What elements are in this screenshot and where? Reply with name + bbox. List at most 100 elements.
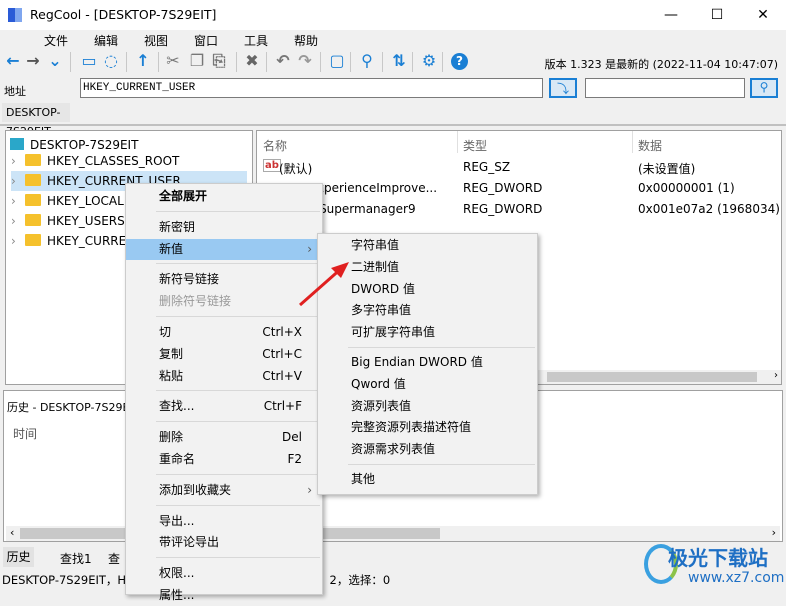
menu-item[interactable]: 属性... <box>126 585 322 606</box>
copy-icon[interactable]: ❐ <box>188 52 206 70</box>
menu-item[interactable]: 重命名 F2 <box>126 449 322 470</box>
tab-desktop[interactable]: DESKTOP-7S29EIT <box>2 103 70 138</box>
table-row[interactable]: erExperienceImprove... REG_DWORD 0x0000000… <box>257 178 781 199</box>
cell-name: (默认) <box>279 162 313 176</box>
menu-item[interactable]: 添加到收藏夹 › <box>126 480 322 501</box>
status-left: DESKTOP-7S29EIT，H <box>2 573 127 587</box>
menu-item-label: 带评论导出 <box>159 535 220 550</box>
status-right: ：2，选择：0 <box>318 573 391 587</box>
scroll-left-icon[interactable]: ‹ <box>10 526 14 539</box>
tab-history[interactable]: 历史 <box>3 547 34 567</box>
menu-item-label: 多字符串值 <box>351 303 412 318</box>
tree-item[interactable]: › HKEY_CLASSES_ROOT <box>11 151 247 171</box>
maximize-button[interactable]: ☐ <box>694 0 740 30</box>
cut-icon[interactable]: ✂ <box>164 52 182 70</box>
column-header-name[interactable]: 名称 <box>263 137 287 154</box>
chevron-right-icon[interactable]: › <box>11 191 25 211</box>
computer-icon <box>10 138 24 150</box>
menu-item[interactable]: 新符号链接 <box>126 269 322 290</box>
search-icon[interactable]: ⚲ <box>358 52 376 70</box>
menu-item-label: Big Endian DWORD 值 <box>351 355 483 369</box>
folder-icon <box>25 214 41 226</box>
chevron-right-icon: › <box>307 241 312 256</box>
menu-item[interactable]: 新密钥 <box>126 217 322 238</box>
menu-item[interactable]: 权限... <box>126 563 322 584</box>
menu-item-label: 其他 <box>351 472 376 486</box>
go-button[interactable]: ⤵ <box>549 78 577 98</box>
search-input[interactable] <box>585 78 745 98</box>
chevron-right-icon[interactable]: › <box>11 211 25 231</box>
delete-icon[interactable]: ✖ <box>243 52 261 70</box>
menu-item-shortcut: Ctrl+X <box>262 325 302 339</box>
menu-item[interactable]: 查找... Ctrl+F <box>126 396 322 417</box>
menu-item[interactable]: 其他 <box>318 469 537 490</box>
jump-icon[interactable]: ⇅ <box>390 52 408 70</box>
menu-item[interactable]: 带评论导出 <box>126 532 322 553</box>
menu-item[interactable]: 粘贴 Ctrl+V <box>126 366 322 387</box>
menu-2[interactable]: 视图 <box>144 32 168 49</box>
tree-root-label: DESKTOP-7S29EIT <box>30 138 139 152</box>
menu-item[interactable]: 字符串值 <box>318 235 537 256</box>
history-horizontal-scrollbar[interactable]: ‹ › <box>6 526 780 541</box>
chevron-right-icon: › <box>307 482 312 497</box>
dropdown-icon[interactable]: ⌄ <box>46 52 64 70</box>
menu-item[interactable]: 导出... <box>126 511 322 532</box>
menu-item-label: 查找... <box>159 399 195 414</box>
menu-item[interactable]: 资源列表值 <box>318 396 537 417</box>
menu-item[interactable]: 新值 › <box>126 238 322 260</box>
scroll-right-icon[interactable]: › <box>774 370 778 381</box>
forward-icon[interactable]: → <box>24 52 42 70</box>
watermark-url: www.xz7.com <box>688 570 785 586</box>
menu-item[interactable]: Qword 值 <box>318 374 537 395</box>
history-column-time[interactable]: 时间 <box>13 425 37 442</box>
tab-find2[interactable]: 查 <box>108 550 120 567</box>
menu-item[interactable]: 全部展开 <box>126 186 322 207</box>
menu-3[interactable]: 窗口 <box>194 32 218 49</box>
back-icon[interactable]: ← <box>4 52 22 70</box>
up-icon[interactable]: ↑ <box>134 52 152 70</box>
chevron-right-icon[interactable]: › <box>11 231 25 251</box>
tab-find1[interactable]: 查找1 <box>60 550 92 567</box>
menu-1[interactable]: 编辑 <box>94 32 118 49</box>
window-title: RegCool - [DESKTOP-7S29EIT] <box>30 7 217 22</box>
chevron-right-icon[interactable]: › <box>11 151 25 171</box>
address-input[interactable] <box>80 78 543 98</box>
menu-item[interactable]: 切 Ctrl+X <box>126 322 322 343</box>
column-header-type[interactable]: 类型 <box>463 137 487 154</box>
menu-item[interactable]: 可扩展字符串值 <box>318 322 537 343</box>
table-row[interactable]: ws_Supermanager9 REG_DWORD 0x001e07a2 (196… <box>257 199 781 220</box>
menu-item[interactable]: 完整资源列表描述符值 <box>318 417 537 438</box>
table-row[interactable]: ab (默认) REG_SZ (未设置值) <box>257 157 781 178</box>
computer-icon[interactable]: ▭ <box>80 52 98 70</box>
menu-item[interactable]: Big Endian DWORD 值 <box>318 352 537 373</box>
search-button[interactable]: ⚲ <box>750 78 778 98</box>
menu-item[interactable]: 复制 Ctrl+C <box>126 344 322 365</box>
menu-item-label: 完整资源列表描述符值 <box>351 420 472 435</box>
gear-icon[interactable]: ⚙ <box>420 52 438 70</box>
scroll-right-icon[interactable]: › <box>772 526 776 539</box>
menu-item-label: 删除符号链接 <box>159 294 232 309</box>
menu-item[interactable]: 删除 Del <box>126 427 322 448</box>
menu-item[interactable]: 删除符号链接 <box>126 291 322 312</box>
redo-icon[interactable]: ↷ <box>296 52 314 70</box>
new-folder-icon[interactable]: ▢ <box>328 52 346 70</box>
paste-icon[interactable]: ⎘ <box>210 52 228 70</box>
refresh-icon[interactable]: ◌ <box>102 52 120 70</box>
undo-icon[interactable]: ↶ <box>274 52 292 70</box>
menu-item-label: 导出... <box>159 513 195 528</box>
chevron-right-icon[interactable]: › <box>11 171 25 191</box>
tree-item-label: HKEY_USERS <box>47 214 125 228</box>
menu-separator <box>348 347 535 348</box>
menu-item[interactable]: 资源需求列表值 <box>318 439 537 460</box>
menu-4[interactable]: 工具 <box>244 32 268 49</box>
app-logo-icon <box>8 8 22 22</box>
menu-item-label: 添加到收藏夹 <box>159 482 232 497</box>
menu-5[interactable]: 帮助 <box>294 32 318 49</box>
menu-0[interactable]: 文件 <box>44 32 68 49</box>
version-text: 版本 1.323 是最新的 (2022-11-04 10:47:07) <box>544 58 778 71</box>
help-icon[interactable]: ? <box>451 53 468 70</box>
column-header-data[interactable]: 数据 <box>638 137 662 154</box>
close-button[interactable]: ✕ <box>740 0 786 30</box>
menu-separator <box>156 316 320 317</box>
minimize-button[interactable]: — <box>648 0 694 30</box>
